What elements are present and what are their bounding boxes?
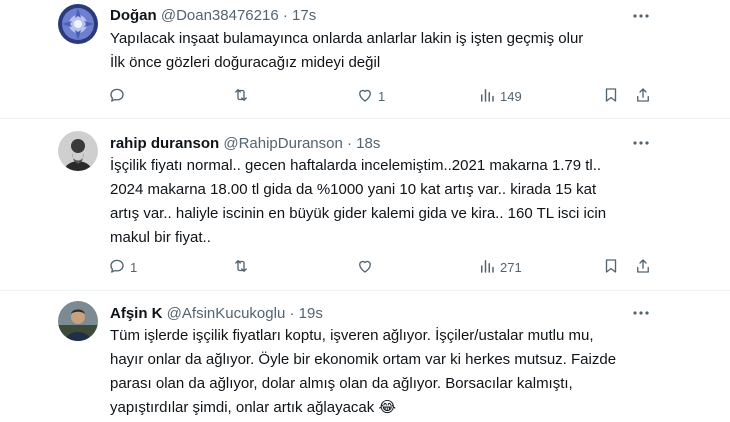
retweet-icon (232, 86, 250, 107)
views-icon (478, 257, 496, 278)
tweet-text-line: 2024 makarna 18.00 tl gida da %1000 yani… (110, 181, 597, 198)
tweet-header: Doğan @Doan38476216 · 17s (110, 6, 316, 26)
share-icon (634, 86, 652, 107)
separator-dot: · (289, 305, 295, 322)
author-handle[interactable]: @RahipDuranson (223, 135, 342, 152)
like-button[interactable] (356, 257, 378, 277)
separator-dot: · (347, 135, 352, 152)
tweet-text-line: hayır onlar da ağlıyor. Öyle bir ekonomi… (110, 351, 617, 368)
tweet-text-line: İşçilik fiyatı normal.. gecen haftalarda… (110, 157, 602, 174)
tweet-3[interactable]: Afşin K @AfsinKucukoglu · 19s Tüm işlerd… (0, 291, 730, 422)
tweet-2[interactable]: rahip duranson @RahipDuranson · 18s İşçi… (0, 119, 730, 291)
reply-count: 1 (130, 259, 138, 275)
separator-dot: · (282, 7, 288, 24)
views-button[interactable]: 149 (478, 86, 522, 106)
tweet-text: Tüm işlerde işçilik fiyatları koptu, işv… (110, 324, 650, 420)
views-icon (478, 86, 496, 107)
tweet-text: İşçilik fiyatı normal.. gecen haftalarda… (110, 154, 650, 250)
timestamp[interactable]: 18s (356, 135, 380, 152)
heart-icon (356, 257, 374, 278)
author-name[interactable]: Doğan (110, 7, 157, 24)
tweet-header: Afşin K @AfsinKucukoglu · 19s (110, 304, 323, 324)
like-button[interactable]: 1 (356, 86, 385, 106)
bookmark-icon (602, 257, 620, 278)
views-button[interactable]: 271 (478, 257, 522, 277)
bookmark-button[interactable] (602, 257, 620, 277)
bookmark-icon (602, 86, 620, 107)
author-handle[interactable]: @Doan38476216 (161, 7, 279, 24)
author-name[interactable]: rahip duranson (110, 135, 219, 152)
reply-icon (108, 257, 126, 278)
like-count: 1 (378, 88, 386, 104)
tweet-text-line: makul bir fiyat.. (110, 229, 211, 246)
reply-icon (108, 86, 126, 107)
more-options-icon[interactable] (633, 135, 649, 151)
more-options-icon[interactable] (633, 8, 649, 24)
share-button[interactable] (634, 86, 652, 106)
tweet-text: Yapılacak inşaat bulamayınca onlarda anl… (110, 27, 650, 75)
share-button[interactable] (634, 257, 652, 277)
reply-button[interactable]: 1 (108, 257, 137, 277)
tweet-text-line: yapıştırdılar şimdi, onlar artık ağlayac… (110, 399, 396, 416)
views-count: 271 (500, 259, 522, 275)
avatar[interactable] (58, 4, 98, 44)
reply-button[interactable] (108, 86, 130, 106)
avatar[interactable] (58, 131, 98, 171)
share-icon (634, 257, 652, 278)
bookmark-button[interactable] (602, 86, 620, 106)
tweet-actions: 1 149 (108, 86, 653, 106)
tweet-text-line: artış var.. haliyle iscinin en büyük gid… (110, 205, 607, 222)
author-handle[interactable]: @AfsinKucukoglu (167, 305, 286, 322)
tweet-header: rahip duranson @RahipDuranson · 18s (110, 134, 380, 154)
timestamp[interactable]: 17s (292, 7, 316, 24)
tweet-text-line: İlk önce gözleri doğuracağız mideyi deği… (110, 54, 381, 71)
retweet-button[interactable] (232, 257, 254, 277)
views-count: 149 (500, 88, 522, 104)
author-name[interactable]: Afşin K (110, 305, 163, 322)
timestamp[interactable]: 19s (299, 305, 323, 322)
retweet-button[interactable] (232, 86, 254, 106)
heart-icon (356, 86, 374, 107)
tweet-1[interactable]: Doğan @Doan38476216 · 17s Yapılacak inşa… (0, 0, 730, 119)
tweet-actions: 1 271 (108, 257, 653, 277)
tweet-text-line: parası olan da ağlıyor, dolar almış olan… (110, 375, 573, 392)
tweet-text-line: Tüm işlerde işçilik fiyatları koptu, işv… (110, 327, 594, 344)
retweet-icon (232, 257, 250, 278)
tweet-text-line: Yapılacak inşaat bulamayınca onlarda anl… (110, 30, 584, 47)
avatar[interactable] (58, 301, 98, 341)
more-options-icon[interactable] (633, 305, 649, 321)
